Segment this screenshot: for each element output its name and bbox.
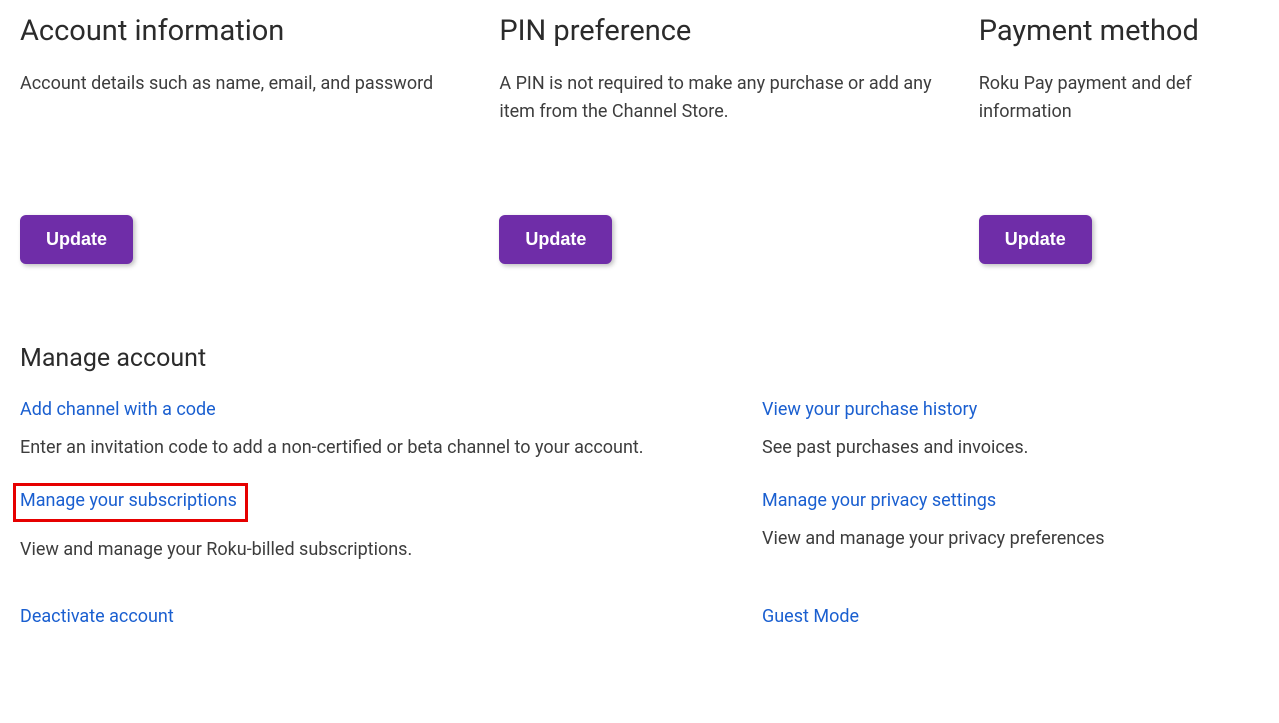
deactivate-account-link[interactable]: Deactivate account xyxy=(20,606,174,627)
update-pin-button[interactable]: Update xyxy=(499,215,612,264)
update-payment-button[interactable]: Update xyxy=(979,215,1092,264)
account-information-desc: Account details such as name, email, and… xyxy=(20,70,499,98)
payment-method-title: Payment method xyxy=(979,14,1259,48)
purchase-history-desc: See past purchases and invoices. xyxy=(762,434,1259,462)
account-information-title: Account information xyxy=(20,14,499,48)
manage-account-title: Manage account xyxy=(20,344,1259,373)
add-channel-desc: Enter an invitation code to add a non-ce… xyxy=(20,434,762,462)
manage-account-grid: Add channel with a code Enter an invitat… xyxy=(20,399,1259,627)
privacy-settings-link[interactable]: Manage your privacy settings xyxy=(762,490,996,511)
purchase-history-block: View your purchase history See past purc… xyxy=(762,399,1259,462)
purchase-history-link[interactable]: View your purchase history xyxy=(762,399,977,420)
account-information-card: Account information Account details such… xyxy=(20,14,499,264)
guest-mode-link[interactable]: Guest Mode xyxy=(762,606,859,627)
subscriptions-block: Manage your subscriptions View and manag… xyxy=(20,490,762,564)
guest-mode-block: Guest Mode xyxy=(762,606,1259,627)
add-channel-block: Add channel with a code Enter an invitat… xyxy=(20,399,762,462)
update-account-info-button[interactable]: Update xyxy=(20,215,133,264)
subscriptions-desc: View and manage your Roku-billed subscri… xyxy=(20,536,762,564)
privacy-desc: View and manage your privacy preferences xyxy=(762,525,1259,553)
account-cards-row: Account information Account details such… xyxy=(20,14,1259,264)
manage-subscriptions-link[interactable]: Manage your subscriptions xyxy=(20,490,237,511)
payment-method-card: Payment method Roku Pay payment and def … xyxy=(979,14,1259,264)
deactivate-block: Deactivate account xyxy=(20,606,762,627)
pin-preference-card: PIN preference A PIN is not required to … xyxy=(499,14,978,264)
add-channel-link[interactable]: Add channel with a code xyxy=(20,399,216,420)
privacy-block: Manage your privacy settings View and ma… xyxy=(762,490,1259,553)
payment-method-desc: Roku Pay payment and def information xyxy=(979,70,1259,126)
pin-preference-desc: A PIN is not required to make any purcha… xyxy=(499,70,978,126)
payment-method-line1: Roku Pay payment and def xyxy=(979,73,1192,94)
pin-preference-title: PIN preference xyxy=(499,14,978,48)
payment-method-line2: information xyxy=(979,101,1072,122)
subscriptions-highlight-box: Manage your subscriptions xyxy=(13,483,248,522)
